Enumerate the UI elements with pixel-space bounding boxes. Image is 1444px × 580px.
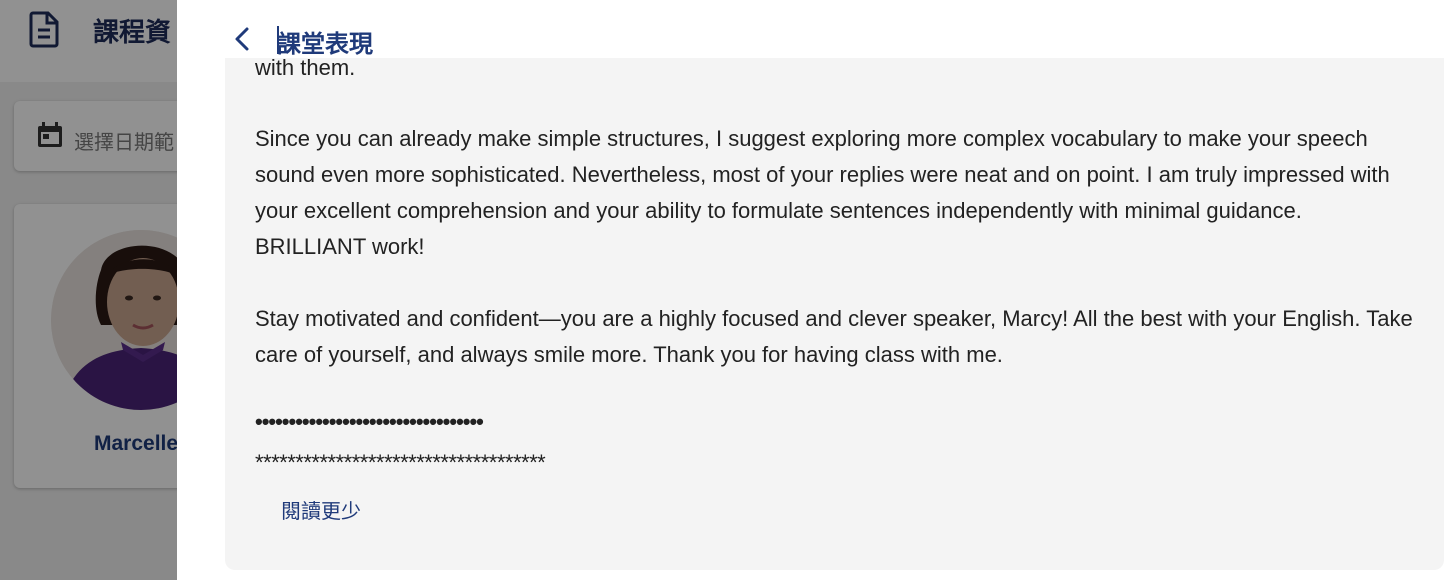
chevron-left-icon[interactable]: [229, 24, 255, 54]
class-performance-drawer: with them. Since you can already make si…: [177, 0, 1444, 580]
feedback-paragraph: Stay motivated and confident—you are a h…: [255, 306, 1413, 367]
separator-stars: ************************************: [255, 450, 546, 475]
feedback-paragraph: Since you can already make simple struct…: [255, 126, 1390, 259]
text-cursor: [277, 26, 279, 54]
drawer-header: 課堂表現: [177, 0, 1444, 58]
drawer-title: 課堂表現: [277, 30, 373, 58]
read-less-link[interactable]: 閱讀更少: [281, 495, 361, 524]
separator-dots: ••••••••••••••••••••••••••••••••••: [255, 409, 484, 434]
